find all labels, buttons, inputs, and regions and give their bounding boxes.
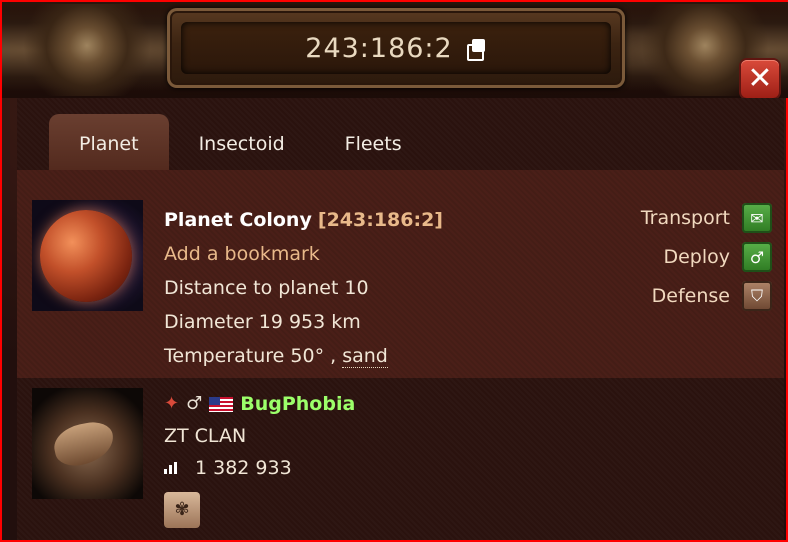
player-name-row: ✦ ♂ BugPhobia: [164, 388, 355, 420]
player-info: ✦ ♂ BugPhobia ZT CLAN 1 382 933 ✾: [164, 388, 355, 528]
copy-icon[interactable]: [465, 37, 487, 61]
terrain-link[interactable]: sand: [342, 345, 388, 368]
transport-action[interactable]: Transport ✉: [641, 202, 772, 234]
score-icon: [164, 462, 178, 474]
fire-icon: ✦: [164, 393, 180, 414]
temperature-row: Temperature 50° , sand: [164, 339, 443, 373]
add-bookmark-link[interactable]: Add a bookmark: [164, 243, 320, 265]
title-inner: 243:186:2: [181, 22, 611, 74]
planet-section: Planet Colony [243:186:2] Add a bookmark…: [17, 170, 784, 378]
diameter-row: Diameter 19 953 km: [164, 311, 361, 333]
insect-badge-icon[interactable]: ✾: [164, 492, 200, 528]
bookmark-row: Add a bookmark: [164, 237, 443, 271]
transport-icon[interactable]: ✉: [742, 203, 772, 233]
title-plate: 243:186:2: [167, 8, 625, 88]
planet-name: Planet Colony: [164, 209, 312, 231]
tab-planet[interactable]: Planet: [49, 114, 169, 170]
player-score: 1 382 933: [195, 457, 292, 479]
player-section: ✦ ♂ BugPhobia ZT CLAN 1 382 933 ✾: [17, 378, 784, 540]
avatar-creature: [50, 418, 118, 470]
header-band: 243:186:2: [2, 2, 788, 98]
actions-list: Transport ✉ Deploy ♂ Defense ⛉: [641, 202, 772, 319]
player-clan[interactable]: ZT CLAN: [164, 420, 355, 452]
deploy-icon[interactable]: ♂: [742, 242, 772, 272]
defense-label: Defense: [651, 285, 730, 307]
planet-info: Planet Colony [243:186:2] Add a bookmark…: [164, 203, 443, 373]
coordinates-title: 243:186:2: [305, 32, 453, 64]
us-flag-icon: [209, 396, 234, 412]
deploy-action[interactable]: Deploy ♂: [641, 241, 772, 273]
tab-bar: Planet Insectoid Fleets: [49, 114, 432, 170]
planet-image: [32, 200, 143, 311]
ornament-left: [12, 4, 162, 96]
content-panel: Planet Insectoid Fleets Planet Colony [2…: [17, 98, 784, 540]
tab-insectoid[interactable]: Insectoid: [169, 114, 315, 170]
window-frame: 243:186:2 ✕ Planet Insectoid Fleets Plan…: [0, 0, 788, 542]
tab-fleets[interactable]: Fleets: [315, 114, 432, 170]
close-button[interactable]: ✕: [741, 60, 779, 98]
deploy-label: Deploy: [663, 246, 730, 268]
planet-coords[interactable]: [243:186:2]: [318, 209, 443, 231]
player-avatar[interactable]: [32, 388, 143, 499]
temperature-value: Temperature 50° ,: [164, 345, 337, 367]
copy-icon-front: [471, 39, 485, 52]
defense-action[interactable]: Defense ⛉: [641, 280, 772, 312]
male-icon: ♂: [186, 393, 203, 414]
defense-icon[interactable]: ⛉: [742, 281, 772, 311]
player-name[interactable]: BugPhobia: [240, 388, 355, 420]
planet-title-row: Planet Colony [243:186:2]: [164, 203, 443, 237]
close-icon: ✕: [747, 61, 773, 96]
distance-row: Distance to planet 10: [164, 277, 369, 299]
player-score-row: 1 382 933: [164, 452, 355, 484]
planet-sphere: [40, 210, 132, 302]
transport-label: Transport: [640, 207, 730, 229]
